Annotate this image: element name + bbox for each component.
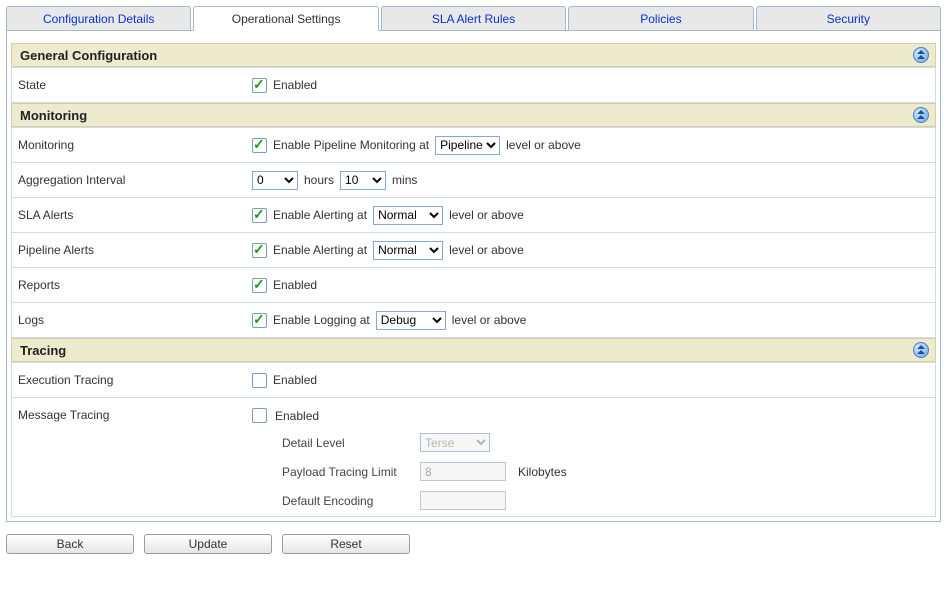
detail-level-select: Terse	[420, 433, 490, 452]
collapse-icon[interactable]	[913, 342, 929, 358]
tab-bar: Configuration Details Operational Settin…	[6, 6, 941, 31]
sla-prefix: Enable Alerting at	[273, 208, 367, 222]
row-message-tracing: Message Tracing Enabled Detail Level Ter…	[11, 398, 936, 517]
label-detail-level: Detail Level	[282, 436, 412, 450]
logs-prefix: Enable Logging at	[273, 313, 370, 327]
message-tracing-checkbox[interactable]	[252, 408, 267, 423]
label-aggregation-interval: Aggregation Interval	[12, 163, 244, 197]
row-state: State Enabled	[11, 67, 936, 103]
label-state: State	[12, 68, 244, 102]
row-sla-alerts: SLA Alerts Enable Alerting at Normal lev…	[11, 198, 936, 233]
section-title: Monitoring	[20, 108, 87, 123]
state-enabled-text: Enabled	[273, 78, 317, 92]
kilobytes-text: Kilobytes	[518, 465, 567, 479]
tab-sla-alert-rules[interactable]: SLA Alert Rules	[381, 6, 566, 31]
aggregation-hours-select[interactable]: 0	[252, 171, 298, 190]
monitoring-level-select[interactable]: Pipeline	[435, 136, 500, 155]
tab-operational-settings[interactable]: Operational Settings	[193, 6, 378, 31]
label-payload-limit: Payload Tracing Limit	[282, 465, 412, 479]
update-button[interactable]: Update	[144, 534, 272, 554]
label-message-tracing: Message Tracing	[12, 398, 244, 516]
section-title: General Configuration	[20, 48, 157, 63]
reset-button[interactable]: Reset	[282, 534, 410, 554]
payload-limit-input	[420, 462, 506, 481]
label-execution-tracing: Execution Tracing	[12, 363, 244, 397]
section-title: Tracing	[20, 343, 66, 358]
pa-prefix: Enable Alerting at	[273, 243, 367, 257]
tab-configuration-details[interactable]: Configuration Details	[6, 6, 191, 31]
section-general-configuration: General Configuration	[11, 43, 936, 67]
row-execution-tracing: Execution Tracing Enabled	[11, 362, 936, 398]
row-pipeline-alerts: Pipeline Alerts Enable Alerting at Norma…	[11, 233, 936, 268]
default-encoding-input	[420, 491, 506, 510]
back-button[interactable]: Back	[6, 534, 134, 554]
logs-level-select[interactable]: Debug	[376, 311, 446, 330]
label-monitoring: Monitoring	[12, 128, 244, 162]
pa-suffix: level or above	[449, 243, 524, 257]
label-pipeline-alerts: Pipeline Alerts	[12, 233, 244, 267]
pipeline-alert-level-select[interactable]: Normal	[373, 241, 443, 260]
pipeline-alerts-checkbox[interactable]	[252, 243, 267, 258]
sla-alerts-checkbox[interactable]	[252, 208, 267, 223]
section-tracing: Tracing	[11, 338, 936, 362]
logs-checkbox[interactable]	[252, 313, 267, 328]
tab-security[interactable]: Security	[756, 6, 941, 31]
aggregation-mins-select[interactable]: 10	[340, 171, 386, 190]
section-monitoring: Monitoring	[11, 103, 936, 127]
reports-enabled-text: Enabled	[273, 278, 317, 292]
button-row: Back Update Reset	[6, 534, 941, 554]
row-aggregation-interval: Aggregation Interval 0 hours 10 mins	[11, 163, 936, 198]
row-reports: Reports Enabled	[11, 268, 936, 303]
monitoring-checkbox[interactable]	[252, 138, 267, 153]
operational-settings-panel: General Configuration State Enabled Moni…	[6, 30, 941, 522]
sla-level-select[interactable]: Normal	[373, 206, 443, 225]
hours-text: hours	[304, 173, 334, 187]
logs-suffix: level or above	[452, 313, 527, 327]
tab-policies[interactable]: Policies	[568, 6, 753, 31]
label-sla-alerts: SLA Alerts	[12, 198, 244, 232]
exec-enabled-text: Enabled	[273, 373, 317, 387]
row-logs: Logs Enable Logging at Debug level or ab…	[11, 303, 936, 338]
reports-checkbox[interactable]	[252, 278, 267, 293]
collapse-icon[interactable]	[913, 107, 929, 123]
label-reports: Reports	[12, 268, 244, 302]
collapse-icon[interactable]	[913, 47, 929, 63]
row-monitoring: Monitoring Enable Pipeline Monitoring at…	[11, 127, 936, 163]
execution-tracing-checkbox[interactable]	[252, 373, 267, 388]
label-logs: Logs	[12, 303, 244, 337]
state-checkbox[interactable]	[252, 78, 267, 93]
mins-text: mins	[392, 173, 417, 187]
msg-enabled-text: Enabled	[275, 409, 319, 423]
sla-suffix: level or above	[449, 208, 524, 222]
label-default-encoding: Default Encoding	[282, 494, 412, 508]
monitoring-prefix: Enable Pipeline Monitoring at	[273, 138, 429, 152]
monitoring-suffix: level or above	[506, 138, 581, 152]
